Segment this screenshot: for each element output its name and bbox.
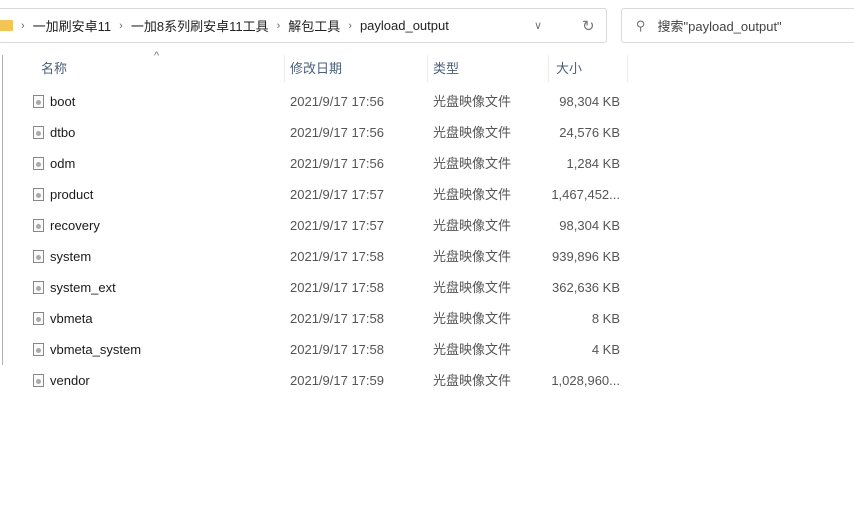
breadcrumb-item-current[interactable]: payload_output	[360, 18, 449, 33]
file-name: system	[50, 249, 92, 264]
disc-image-file-icon	[33, 157, 44, 170]
file-type: 光盘映像文件	[433, 125, 512, 140]
file-size: 1,284 KB	[566, 156, 621, 171]
address-bar[interactable]: › 一加刷安卓11 › 一加8系列刷安卓11工具 › 解包工具 › payloa…	[0, 8, 607, 43]
column-divider[interactable]	[284, 55, 285, 82]
file-size: 1,467,452...	[551, 187, 620, 202]
file-name: system_ext	[50, 280, 116, 295]
file-row[interactable]: system 2021/9/17 17:58 光盘映像文件 939,896 KB	[0, 246, 640, 268]
file-name: dtbo	[50, 125, 76, 140]
disc-image-file-icon	[33, 281, 44, 294]
disc-image-file-icon	[33, 188, 44, 201]
file-size: 24,576 KB	[559, 125, 620, 140]
file-date: 2021/9/17 17:58	[290, 342, 384, 357]
file-type: 光盘映像文件	[433, 156, 512, 171]
refresh-icon[interactable]: ↻	[582, 17, 595, 35]
file-row[interactable]: system_ext 2021/9/17 17:58 光盘映像文件 362,63…	[0, 277, 640, 299]
file-name: recovery	[50, 218, 100, 233]
file-type: 光盘映像文件	[433, 342, 512, 357]
file-row[interactable]: vbmeta_system 2021/9/17 17:58 光盘映像文件 4 K…	[0, 339, 640, 361]
search-placeholder: 搜索"payload_output"	[657, 19, 782, 34]
file-type: 光盘映像文件	[433, 373, 512, 388]
column-divider[interactable]	[548, 55, 549, 82]
file-size: 98,304 KB	[559, 218, 620, 233]
column-divider[interactable]	[627, 55, 628, 82]
disc-image-file-icon	[33, 343, 44, 356]
search-icon: ⚲	[636, 17, 646, 33]
file-size: 362,636 KB	[552, 280, 620, 295]
chevron-right-icon[interactable]: ›	[348, 20, 352, 32]
chevron-right-icon[interactable]: ›	[21, 20, 25, 32]
file-size: 98,304 KB	[559, 94, 620, 109]
file-row[interactable]: boot 2021/9/17 17:56 光盘映像文件 98,304 KB	[0, 91, 640, 113]
disc-image-file-icon	[33, 250, 44, 263]
file-date: 2021/9/17 17:57	[290, 187, 384, 202]
file-type: 光盘映像文件	[433, 218, 512, 233]
search-input[interactable]: ⚲ 搜索"payload_output"	[621, 8, 854, 43]
column-divider[interactable]	[427, 55, 428, 82]
file-row[interactable]: recovery 2021/9/17 17:57 光盘映像文件 98,304 K…	[0, 215, 640, 237]
file-date: 2021/9/17 17:57	[290, 218, 384, 233]
disc-image-file-icon	[33, 126, 44, 139]
chevron-right-icon[interactable]: ›	[119, 20, 123, 32]
chevron-down-icon[interactable]: ∨	[534, 19, 542, 32]
column-header-type[interactable]: 类型	[433, 55, 459, 82]
file-size: 4 KB	[591, 342, 620, 357]
disc-image-file-icon	[33, 312, 44, 325]
breadcrumb-item[interactable]: 一加8系列刷安卓11工具	[131, 16, 269, 35]
file-row[interactable]: odm 2021/9/17 17:56 光盘映像文件 1,284 KB	[0, 153, 640, 175]
chevron-right-icon[interactable]: ›	[277, 20, 281, 32]
file-date: 2021/9/17 17:59	[290, 373, 384, 388]
file-name: vbmeta	[50, 311, 93, 326]
breadcrumb-item[interactable]: 一加刷安卓11	[33, 16, 112, 35]
file-size: 939,896 KB	[552, 249, 620, 264]
file-name: boot	[50, 94, 76, 109]
file-date: 2021/9/17 17:56	[290, 156, 384, 171]
file-name: product	[50, 187, 94, 202]
file-date: 2021/9/17 17:58	[290, 311, 384, 326]
file-type: 光盘映像文件	[433, 187, 512, 202]
breadcrumb-item[interactable]: 解包工具	[288, 16, 340, 35]
file-row[interactable]: vendor 2021/9/17 17:59 光盘映像文件 1,028,960.…	[0, 370, 640, 392]
file-row[interactable]: dtbo 2021/9/17 17:56 光盘映像文件 24,576 KB	[0, 122, 640, 144]
file-type: 光盘映像文件	[433, 280, 512, 295]
column-header-name[interactable]: 名称	[41, 55, 67, 82]
file-type: 光盘映像文件	[433, 249, 512, 264]
file-date: 2021/9/17 17:58	[290, 249, 384, 264]
file-type: 光盘映像文件	[433, 311, 512, 326]
column-header-date[interactable]: 修改日期	[290, 55, 342, 82]
column-header-size[interactable]: 大小	[556, 55, 582, 82]
file-date: 2021/9/17 17:56	[290, 125, 384, 140]
folder-icon	[0, 20, 13, 31]
file-size: 1,028,960...	[551, 373, 620, 388]
file-name: odm	[50, 156, 76, 171]
disc-image-file-icon	[33, 219, 44, 232]
file-size: 8 KB	[591, 311, 620, 326]
disc-image-file-icon	[33, 95, 44, 108]
file-name: vendor	[50, 373, 90, 388]
file-date: 2021/9/17 17:58	[290, 280, 384, 295]
file-type: 光盘映像文件	[433, 94, 512, 109]
sort-ascending-icon: ^	[154, 50, 160, 62]
file-row[interactable]: vbmeta 2021/9/17 17:58 光盘映像文件 8 KB	[0, 308, 640, 330]
file-name: vbmeta_system	[50, 342, 142, 357]
file-row[interactable]: product 2021/9/17 17:57 光盘映像文件 1,467,452…	[0, 184, 640, 206]
disc-image-file-icon	[33, 374, 44, 387]
file-date: 2021/9/17 17:56	[290, 94, 384, 109]
